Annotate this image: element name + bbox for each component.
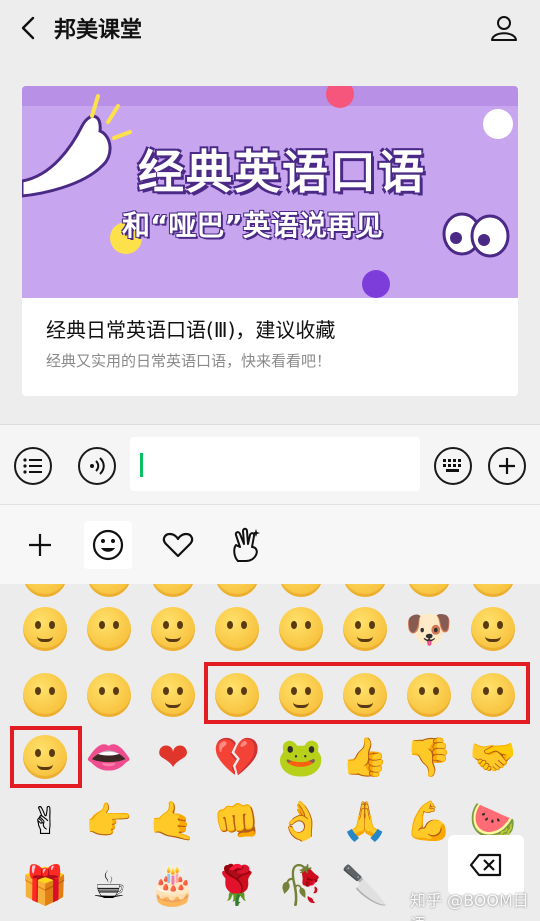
highlight-box	[10, 726, 82, 788]
tab-add[interactable]	[16, 521, 64, 569]
chevron-left-icon[interactable]	[18, 16, 40, 40]
person-icon[interactable]	[490, 14, 518, 42]
emoji-item[interactable]: ❤	[142, 726, 204, 788]
highlight-box	[204, 662, 530, 724]
banner-subheading: 和“哑巴”英语说再见	[122, 209, 383, 242]
article-card[interactable]: 经典英语口语 和“哑巴”英语说再见 经典日常英语口语(Ⅲ)，建议收藏 经典又实用…	[22, 86, 518, 396]
hand-icon	[233, 527, 260, 562]
emoji-item[interactable]: 🌹	[206, 854, 268, 916]
emoji-item[interactable]: 🎁	[14, 854, 76, 916]
text-caret	[140, 453, 143, 477]
emoji-item[interactable]: 👉	[78, 790, 140, 852]
input-bar	[0, 424, 540, 504]
watermark: 知乎 @BOOM日语	[410, 891, 529, 921]
voice-icon[interactable]	[78, 447, 116, 485]
smiley-icon	[92, 529, 124, 561]
emoji-item[interactable]: ✌	[14, 790, 76, 852]
emoji-item[interactable]	[78, 664, 140, 726]
emoji-item[interactable]	[462, 598, 524, 660]
emoji-item[interactable]	[142, 598, 204, 660]
tab-favorites[interactable]	[154, 521, 202, 569]
article-description: 经典又实用的日常英语口语，快来看看吧！	[46, 352, 332, 370]
keyboard-icon[interactable]	[434, 447, 472, 485]
sticker-tabs	[0, 504, 540, 584]
emoji-item[interactable]	[206, 598, 268, 660]
plus-circle-icon[interactable]	[488, 447, 526, 485]
emoji-item[interactable]: 🎂	[142, 854, 204, 916]
page-title: 邦美课堂	[54, 18, 143, 43]
emoji-item[interactable]: 🙏	[334, 790, 396, 852]
emoji-item[interactable]: 🤝	[462, 726, 524, 788]
emoji-item[interactable]: 🤙	[142, 790, 204, 852]
tab-emoji[interactable]	[84, 521, 132, 569]
emoji-item[interactable]: 👎	[398, 726, 460, 788]
emoji-item[interactable]	[14, 664, 76, 726]
delete-button[interactable]	[448, 835, 524, 895]
emoji-item[interactable]	[334, 598, 396, 660]
emoji-item[interactable]: 👄	[78, 726, 140, 788]
emoji-item[interactable]: 🥀	[270, 854, 332, 916]
heart-icon	[162, 532, 194, 558]
emoji-item[interactable]	[142, 664, 204, 726]
emoji-item[interactable]: 👊	[206, 790, 268, 852]
emoji-item[interactable]: 🔪	[334, 854, 396, 916]
emoji-item[interactable]	[78, 598, 140, 660]
article-banner: 经典英语口语 和“哑巴”英语说再见	[22, 86, 518, 298]
emoji-item[interactable]	[14, 598, 76, 660]
message-input[interactable]	[130, 437, 420, 491]
article-title: 经典日常英语口语(Ⅲ)，建议收藏	[46, 318, 336, 342]
emoji-item[interactable]: 🐸	[270, 726, 332, 788]
emoji-item[interactable]: 💔	[206, 726, 268, 788]
tab-sticker-store[interactable]	[222, 521, 270, 569]
list-icon[interactable]	[14, 447, 52, 485]
emoji-item[interactable]: 🐶	[398, 598, 460, 660]
top-bar: 邦美课堂	[0, 0, 540, 56]
emoji-item[interactable]: ☕	[78, 854, 140, 916]
emoji-item[interactable]: 👍	[334, 726, 396, 788]
emoji-item[interactable]	[270, 598, 332, 660]
banner-heading: 经典英语口语	[138, 145, 426, 199]
backspace-icon	[469, 853, 502, 877]
plus-icon	[29, 534, 51, 556]
emoji-item[interactable]: 👌	[270, 790, 332, 852]
